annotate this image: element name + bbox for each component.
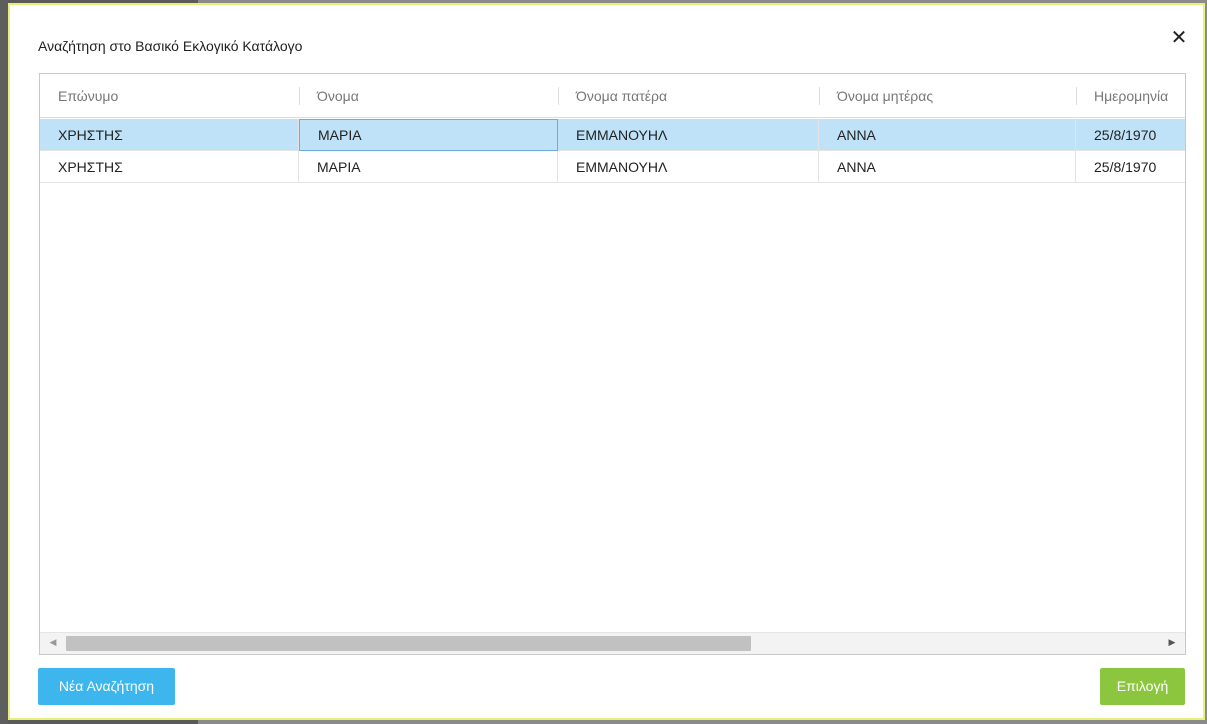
cell-name[interactable]: ΜΑΡΙΑ bbox=[299, 119, 558, 151]
scroll-right-icon[interactable]: ▶ bbox=[1165, 637, 1179, 648]
results-grid: Επώνυμο Όνομα Όνομα πατέρα Όνομα μητέρας… bbox=[39, 73, 1186, 655]
column-header-father-name[interactable]: Όνομα πατέρα bbox=[558, 74, 819, 118]
column-header-name[interactable]: Όνομα bbox=[299, 74, 558, 118]
column-header-surname[interactable]: Επώνυμο bbox=[40, 74, 299, 118]
cell-mother-name[interactable]: ΑΝΝΑ bbox=[819, 151, 1076, 183]
cell-mother-name[interactable]: ΑΝΝΑ bbox=[819, 119, 1076, 151]
close-icon[interactable]: ✕ bbox=[1168, 27, 1190, 49]
scroll-left-icon[interactable]: ◀ bbox=[46, 637, 60, 648]
dialog-title: Αναζήτηση στο Βασικό Εκλογικό Κατάλογο bbox=[38, 38, 303, 54]
column-header-birth-date[interactable]: Ημερομηνία bbox=[1076, 74, 1185, 118]
cell-birth-date[interactable]: 25/8/1970 bbox=[1076, 119, 1185, 151]
cell-surname[interactable]: ΧΡΗΣΤΗΣ bbox=[40, 151, 299, 183]
search-dialog: Αναζήτηση στο Βασικό Εκλογικό Κατάλογο ✕… bbox=[8, 3, 1205, 720]
table-row[interactable]: ΧΡΗΣΤΗΣ ΜΑΡΙΑ ΕΜΜΑΝΟΥΗΛ ΑΝΝΑ 25/8/1970 bbox=[40, 151, 1185, 183]
cell-father-name[interactable]: ΕΜΜΑΝΟΥΗΛ bbox=[558, 119, 819, 151]
backdrop-edge bbox=[0, 0, 8, 724]
new-search-button[interactable]: Νέα Αναζήτηση bbox=[38, 668, 175, 705]
cell-surname[interactable]: ΧΡΗΣΤΗΣ bbox=[40, 119, 299, 151]
horizontal-scrollbar[interactable]: ◀ ▶ bbox=[40, 632, 1185, 654]
cell-father-name[interactable]: ΕΜΜΑΝΟΥΗΛ bbox=[558, 151, 819, 183]
table-row[interactable]: ΧΡΗΣΤΗΣ ΜΑΡΙΑ ΕΜΜΑΝΟΥΗΛ ΑΝΝΑ 25/8/1970 bbox=[40, 119, 1185, 151]
scrollbar-thumb[interactable] bbox=[66, 636, 751, 651]
cell-name[interactable]: ΜΑΡΙΑ bbox=[299, 151, 558, 183]
select-button[interactable]: Επιλογή bbox=[1100, 668, 1185, 705]
column-header-mother-name[interactable]: Όνομα μητέρας bbox=[819, 74, 1076, 118]
grid-header: Επώνυμο Όνομα Όνομα πατέρα Όνομα μητέρας… bbox=[40, 74, 1185, 118]
cell-birth-date[interactable]: 25/8/1970 bbox=[1076, 151, 1185, 183]
